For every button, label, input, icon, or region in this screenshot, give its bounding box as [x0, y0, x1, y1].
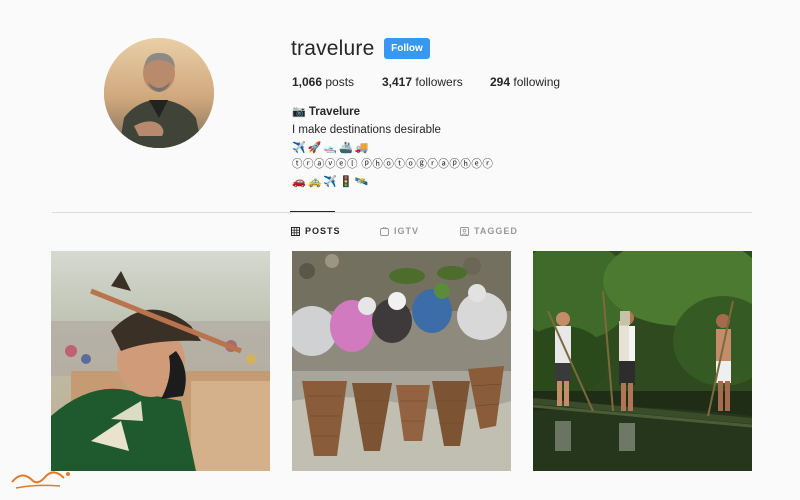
- boat-icon: 🛥️: [323, 141, 338, 154]
- igtv-icon: [380, 226, 389, 236]
- follow-button[interactable]: Follow: [384, 38, 430, 59]
- avatar-image: [104, 38, 214, 148]
- followers-label: followers: [415, 75, 463, 89]
- car-icon: 🚗: [292, 176, 306, 188]
- profile-avatar[interactable]: [104, 38, 214, 148]
- bio-emoji-row-2: 🚗 🚕 ✈️ 🚦 🛰️: [292, 174, 493, 191]
- followers-count: 3,417: [382, 75, 413, 89]
- watermark-logo: [11, 471, 70, 489]
- tab-tagged[interactable]: TAGGED: [460, 226, 518, 236]
- following-count: 294: [490, 75, 511, 89]
- tab-tagged-label: TAGGED: [474, 226, 518, 236]
- tab-posts[interactable]: POSTS: [291, 226, 341, 236]
- tagged-icon: [460, 226, 469, 236]
- ship-icon: 🚢: [339, 141, 353, 154]
- taxi-icon: 🚕: [307, 176, 322, 188]
- posts-count: 1,066: [292, 75, 323, 89]
- tabs-divider: [52, 212, 752, 213]
- camera-icon: 📷: [292, 106, 306, 118]
- bio-tagline: I make destinations desirable: [292, 123, 441, 136]
- grid-icon: [291, 226, 300, 236]
- post-image-bamboo-raft: [533, 251, 752, 471]
- tab-igtv[interactable]: IGTV: [380, 226, 419, 236]
- post-thumbnail[interactable]: [51, 251, 270, 471]
- airplane-icon: ✈️: [292, 141, 306, 154]
- following-label: following: [513, 75, 561, 89]
- bio-name-line: 📷 Travelure: [292, 104, 493, 122]
- bio-circled-text: ⓣⓡⓐⓥⓔⓛ ⓟⓗⓞⓣⓞⓖⓡⓐⓟⓗⓔⓡ: [292, 158, 494, 170]
- truck-icon: 🚚: [354, 141, 369, 154]
- tab-igtv-label: IGTV: [394, 226, 420, 236]
- tab-posts-label: POSTS: [305, 226, 341, 236]
- active-tab-indicator: [290, 211, 335, 212]
- bio-emoji-row-1: ✈️ 🚀 🛥️ 🚢 🚚: [292, 139, 493, 156]
- rocket-icon: 🚀: [307, 141, 322, 154]
- posts-stat: 1,066 posts: [292, 75, 354, 89]
- post-image-man-with-hat: [51, 251, 270, 471]
- username: travelure: [291, 37, 375, 60]
- post-thumbnail[interactable]: [292, 251, 511, 471]
- traffic-light-icon: 🚦: [339, 176, 353, 188]
- posts-label: posts: [325, 75, 355, 89]
- airplane-icon: ✈️: [323, 176, 338, 188]
- followers-stat[interactable]: 3,417 followers: [382, 75, 463, 89]
- profile-tabs: POSTS IGTV TAGGED: [0, 226, 800, 240]
- post-image-fishing-baskets: [292, 251, 511, 471]
- satellite-icon: 🛰️: [354, 176, 369, 188]
- following-stat[interactable]: 294 following: [490, 75, 560, 89]
- post-thumbnail[interactable]: [533, 251, 752, 471]
- bio-name: Travelure: [308, 106, 361, 118]
- profile-bio: 📷 Travelure I make destinations desirabl…: [292, 104, 493, 191]
